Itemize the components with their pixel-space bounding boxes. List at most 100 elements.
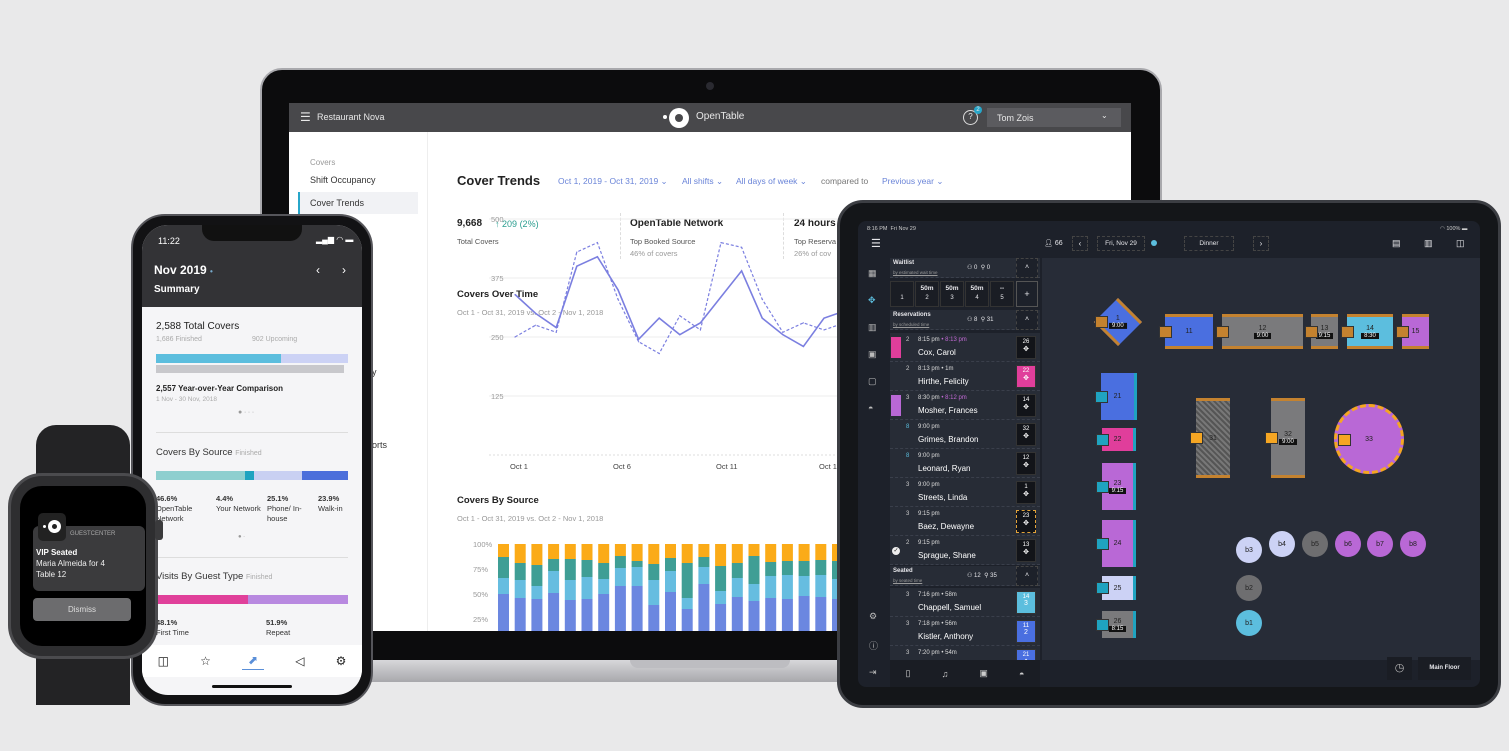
gear-icon[interactable]: ⚙ [336,654,347,668]
dismiss-button[interactable]: Dismiss [33,598,131,621]
table-b8[interactable]: b8 [1400,531,1426,557]
book-icon[interactable]: ◫ [158,654,169,668]
bar-segment [548,559,560,571]
bar-segment [665,592,676,631]
watch-screen: GUESTCENTER VIP Seated Maria Almeida for… [20,486,146,646]
table-b7[interactable]: b7 [1367,531,1393,557]
table-b2[interactable]: b2 [1236,575,1262,601]
table-b3[interactable]: b3 [1236,537,1262,563]
table-label: 24 [1113,540,1122,547]
phone-header: 11:22 ▂▄▆ ◠ ▬ Nov 2019 • Summary ‹ › [142,225,362,307]
total-covers: 2,588 Total Covers [156,321,240,332]
bar-segment [514,580,526,598]
bar-segment [815,544,827,560]
notification-title: VIP Seated [36,548,78,557]
table-12[interactable]: 12 9:00 [1222,314,1303,349]
table-11[interactable]: 11 [1165,314,1213,349]
table-b6[interactable]: b6 [1335,531,1361,557]
table-label: b8 [1409,540,1417,548]
bar-label-text: First Time [156,628,189,637]
bar-segment [248,595,348,604]
table-label: 26 [1113,617,1122,625]
megaphone-icon[interactable]: ◁ [295,654,304,668]
table-time: 8:30 [1361,332,1379,339]
bar-segment [548,571,560,593]
table-content: b1 [1245,620,1253,627]
bar-segment [765,576,777,598]
table-b1[interactable]: b1 [1236,610,1262,636]
bar-segment [731,597,743,631]
bar-segment [665,558,676,571]
table-label: 21 [1113,393,1122,400]
bar-segment [815,597,827,631]
table-time: 9:00 [1109,323,1127,329]
table-content: b5 [1311,541,1319,548]
bar-segment [665,544,676,558]
bar-segment [498,544,509,557]
bar-segment [531,565,543,586]
server-badge [1096,537,1109,550]
table-label: 22 [1113,436,1122,443]
bar-segment [598,594,610,631]
bar-segment [748,584,760,601]
bar-segment [498,557,509,578]
table-label: b5 [1311,540,1319,548]
floor-selector[interactable]: Main Floor [1418,657,1471,680]
bar-segment [798,544,810,561]
bar-segment [548,544,560,559]
opentable-app-icon [38,513,66,541]
floor-tables: 1 9:00 11 12 9:00 13 9:15 14 8:30 15 21 22 23 9:15 24 2… [858,221,1480,687]
table-time: 9:00 [1253,332,1272,339]
notification-line: Table 12 [36,570,67,579]
view-title: Summary [154,284,200,295]
table-time: 9:00 [1279,439,1297,445]
clock-button[interactable]: ◷ [1387,657,1412,680]
bar-segment [798,576,810,596]
table-label: 31 [1209,434,1217,442]
table-content: 11 [1185,328,1192,335]
bar-segment [648,605,660,631]
bar-label-text: OpenTable Network [156,504,193,523]
bar-segment [598,563,610,579]
bar-segment [781,561,793,575]
phone-screen: 11:22 ▂▄▆ ◠ ▬ Nov 2019 • Summary ‹ › 2,5… [142,225,362,695]
bar-label: 51.9% Repeat [266,618,316,638]
pager-dots[interactable]: ●∙∙∙ [238,409,256,416]
bar-segment [514,563,526,580]
yoy-range: 1 Nov - 30 Nov, 2018 [156,396,217,403]
bar-segment [765,544,777,562]
bar-segment [815,560,827,575]
next-month-button[interactable]: › [342,263,346,277]
y-tick-label: 100% [473,540,493,549]
source-bar [156,471,348,480]
watch-crown[interactable] [155,520,163,540]
bar-segment [581,599,593,631]
table-b5[interactable]: b5 [1302,531,1328,557]
divider [156,557,348,558]
table-label: 32 [1284,431,1292,438]
guest-labels: 48.1% First Time 51.9% Repeat [156,618,356,642]
table-b4[interactable]: b4 [1269,531,1295,557]
table-label: 1 [1116,315,1120,322]
star-icon[interactable]: ☆ [200,654,211,668]
y-tick-label: 75% [473,565,488,574]
chart-icon[interactable]: ⬈ [242,653,265,670]
app-name: GUESTCENTER [70,531,116,537]
bar-label-pct: 51.9% [266,618,288,627]
bar-label-pct: 25.1% [267,494,289,503]
bar-segment [581,544,593,560]
bar-segment [631,561,643,567]
bar-segment [815,575,827,597]
bar-segment [253,471,303,480]
table-label: 11 [1185,328,1193,335]
server-badge [1305,325,1318,338]
bar-label-text: Phone/ In-house [267,504,302,523]
y-tick-label: 50% [473,590,488,599]
bar-label-text: Your Network [216,504,261,513]
bar-segment [698,567,710,584]
table-content: 23 9:15 [1108,480,1127,494]
prev-month-button[interactable]: ‹ [316,263,320,277]
pager-dots[interactable]: ● ∙ [238,534,245,540]
bar-segment [531,599,543,631]
bar-segment [715,566,727,591]
